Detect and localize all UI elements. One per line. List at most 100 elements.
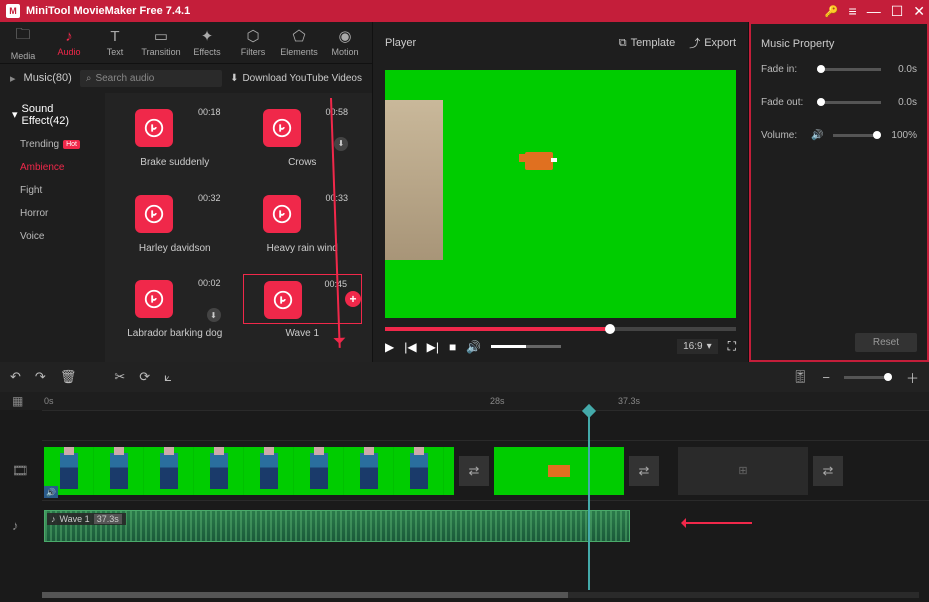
player-viewport[interactable]	[385, 70, 736, 318]
redo-button[interactable]: ↷	[35, 369, 46, 385]
audio-duration: 00:32	[198, 193, 221, 203]
transition-slot[interactable]: ⇄	[629, 456, 659, 486]
playhead[interactable]	[588, 410, 590, 590]
subcategory-trending[interactable]: Trending Hot	[0, 133, 105, 156]
subcategory-fight[interactable]: Fight	[0, 179, 105, 202]
filters-icon: ⬡	[246, 27, 259, 45]
video-clip-2[interactable]: 🔊	[494, 447, 624, 495]
audio-duration: 00:02	[198, 278, 221, 288]
speed-button[interactable]: ⟳	[139, 369, 150, 385]
volume-slider[interactable]	[833, 134, 881, 137]
video-track-row[interactable]: 🎞 ⇄ 🔊 ⇄ ⊞ ⇄	[42, 440, 929, 500]
stop-button[interactable]: ■	[449, 340, 456, 354]
annotation-arrow	[682, 522, 752, 524]
close-button[interactable]: ✕	[913, 3, 925, 20]
timeline-ruler[interactable]: ▦ 0s 28s 37.3s	[0, 392, 929, 410]
empty-clip-slot[interactable]: ⊞	[678, 447, 808, 495]
audio-card[interactable]: 00:32 Harley davidson	[115, 189, 235, 267]
tab-effects[interactable]: ✦Effects	[184, 22, 230, 63]
timeline-scrollbar[interactable]	[42, 592, 919, 598]
timeline-head-icon[interactable]: ▦	[12, 394, 23, 408]
search-input[interactable]: ⌕ Search audio	[80, 70, 222, 87]
fade-in-label: Fade in:	[761, 64, 811, 75]
subcategory-horror[interactable]: Horror	[0, 202, 105, 225]
download-item-icon[interactable]: ⬇	[207, 308, 221, 322]
player-controls: 00:00:37:06 / 00:00:37:07 ▶ |◀ ▶| ■ 🔊 16…	[373, 324, 748, 362]
audio-card[interactable]: 00:33 Heavy rain wind	[243, 189, 363, 267]
next-frame-button[interactable]: ▶|	[427, 340, 439, 354]
audio-card-selected[interactable]: 00:45 + Wave 1	[243, 274, 363, 352]
seek-bar[interactable]	[385, 327, 736, 331]
search-placeholder: Search audio	[95, 73, 154, 84]
audio-label: Heavy rain wind	[267, 243, 338, 254]
audio-grid: 00:18 Brake suddenly 00:58 ⬇ Crows 00:	[105, 93, 372, 362]
volume-icon[interactable]: 🔊	[466, 340, 481, 354]
video-clip-1[interactable]	[44, 447, 454, 495]
timeline-toolbar: ↶ ↷ 🗑 ✂ ⟳ ⟀ 🎚 − ＋	[0, 362, 929, 392]
menu-icon[interactable]: ≡	[849, 3, 857, 19]
timeline-tracks: 🎞 ⇄ 🔊 ⇄ ⊞ ⇄ ♪ ♪ Wave 1 37.3s	[0, 410, 929, 550]
seek-knob[interactable]	[605, 324, 615, 334]
motion-icon: ◉	[338, 27, 351, 45]
fade-in-row: Fade in: 0.0s	[761, 64, 917, 75]
audio-clip[interactable]: ♪ Wave 1 37.3s	[44, 510, 630, 542]
export-button[interactable]: ⤴Export	[689, 35, 736, 51]
fade-in-slider[interactable]	[817, 68, 881, 71]
split-button[interactable]: ✂	[114, 369, 125, 385]
music-property-panel: Music Property Fade in: 0.0s Fade out: 0…	[749, 22, 929, 362]
audio-card[interactable]: 00:02 ⬇ Labrador barking dog	[115, 274, 235, 352]
download-youtube-link[interactable]: ⬇ Download YouTube Videos	[230, 73, 362, 84]
zoom-slider[interactable]	[844, 376, 892, 379]
player-volume-slider[interactable]	[491, 345, 561, 348]
audio-clip-badge: ♪ Wave 1 37.3s	[47, 513, 126, 525]
tab-audio[interactable]: ♪Audio	[46, 22, 92, 63]
reset-button[interactable]: Reset	[855, 333, 917, 352]
template-button[interactable]: ⧉Template	[619, 37, 676, 50]
key-icon[interactable]: 🔑	[825, 5, 839, 18]
audio-duration: 00:58	[325, 107, 348, 117]
video-track-icon: 🎞	[12, 463, 29, 479]
app-logo-icon: M	[6, 4, 20, 18]
audio-card[interactable]: 00:18 Brake suddenly	[115, 103, 235, 181]
delete-button[interactable]: 🗑	[60, 369, 77, 385]
audio-card[interactable]: 00:58 ⬇ Crows	[243, 103, 363, 181]
waveform	[45, 511, 629, 541]
tab-text[interactable]: TText	[92, 22, 138, 63]
download-icon: ⬇	[230, 73, 238, 84]
minimize-button[interactable]: —	[867, 3, 881, 19]
tab-motion[interactable]: ◉Motion	[322, 22, 368, 63]
fade-out-value: 0.0s	[887, 97, 917, 108]
transition-slot[interactable]: ⇄	[459, 456, 489, 486]
speaker-icon[interactable]: 🔊	[811, 130, 823, 141]
tab-filters[interactable]: ⬡Filters	[230, 22, 276, 63]
zoom-out-button[interactable]: −	[822, 370, 830, 385]
sound-effect-category[interactable]: ▾Sound Effect(42)	[0, 97, 105, 133]
add-to-timeline-button[interactable]: +	[345, 291, 361, 307]
fade-out-slider[interactable]	[817, 101, 881, 104]
ruler-tick: 0s	[44, 396, 54, 406]
aspect-ratio-select[interactable]: 16:9▾	[677, 339, 718, 354]
audio-track-icon: ♪	[12, 518, 19, 533]
audio-toggle-icon[interactable]: 🎚	[792, 369, 809, 385]
subcategory-ambience[interactable]: Ambience	[0, 156, 105, 179]
chevron-right-icon[interactable]: ▸	[10, 72, 16, 85]
undo-button[interactable]: ↶	[10, 369, 21, 385]
music-category-label[interactable]: Music(80)	[24, 72, 72, 84]
zoom-in-button[interactable]: ＋	[906, 368, 919, 387]
prev-frame-button[interactable]: |◀	[404, 340, 416, 354]
download-item-icon[interactable]: ⬇	[334, 137, 348, 151]
fullscreen-button[interactable]: ⛶	[728, 339, 736, 354]
maximize-button[interactable]: ☐	[891, 3, 904, 20]
export-icon: ⤴	[689, 35, 700, 51]
crop-button[interactable]: ⟀	[164, 369, 172, 385]
tab-elements[interactable]: ⬠Elements	[276, 22, 322, 63]
tab-media[interactable]: 🗀Media	[0, 22, 46, 63]
audio-duration: 00:33	[325, 193, 348, 203]
audio-label: Labrador barking dog	[127, 328, 222, 339]
transition-slot[interactable]: ⇄	[813, 456, 843, 486]
play-button[interactable]: ▶	[385, 340, 394, 354]
tab-transition[interactable]: ▭Transition	[138, 22, 184, 63]
audio-label: Harley davidson	[139, 243, 211, 254]
audio-track-row[interactable]: ♪ ♪ Wave 1 37.3s	[42, 500, 929, 550]
subcategory-voice[interactable]: Voice	[0, 225, 105, 248]
